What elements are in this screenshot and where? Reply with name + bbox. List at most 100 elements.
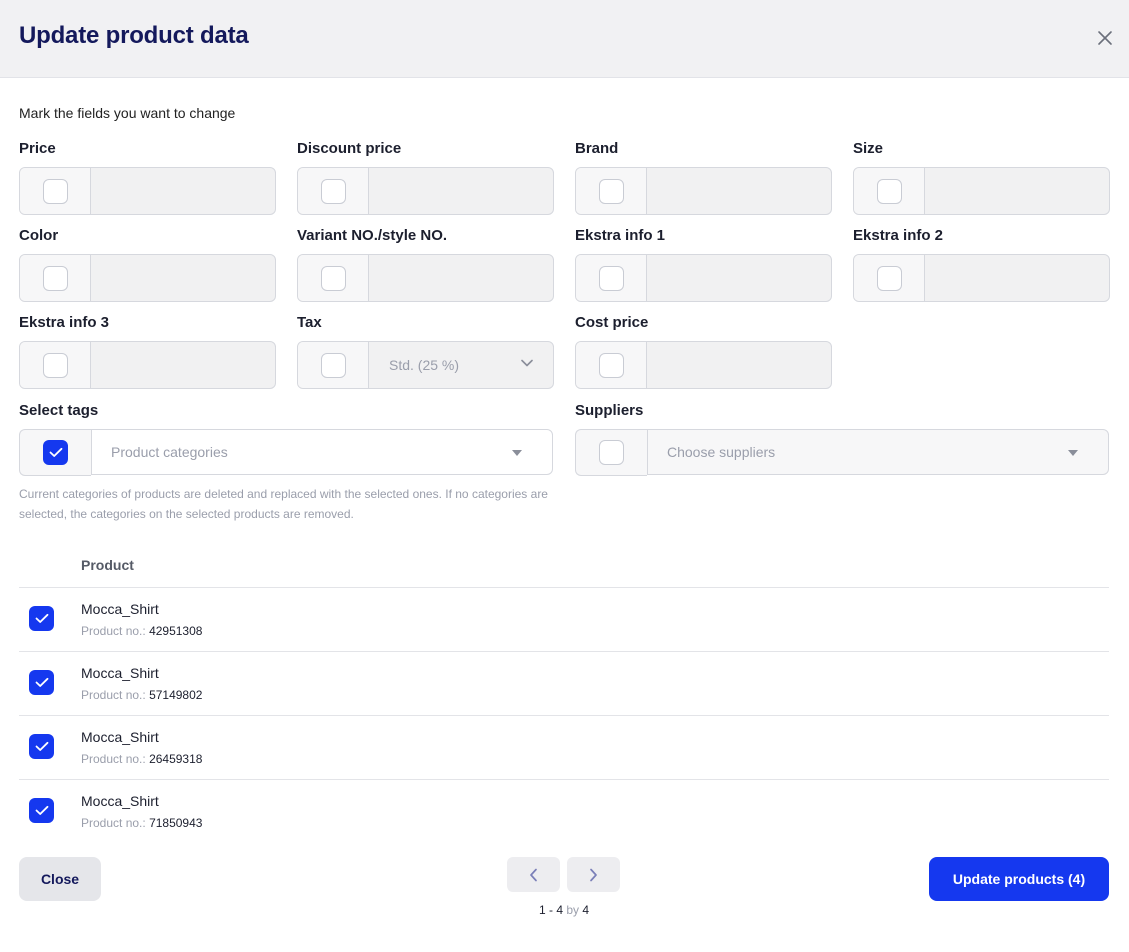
row-checkbox[interactable] [29,606,54,631]
price-input [91,168,275,214]
tax-field: Std. (25 %) [297,341,554,389]
size-checkbox[interactable] [876,178,902,204]
caret-down-icon [1068,450,1078,456]
color-field [19,254,276,302]
caret-down-icon [512,450,522,456]
variant-checkbox[interactable] [320,265,346,291]
discount-price-input [369,168,553,214]
price-field [19,167,276,215]
row-checkbox[interactable] [29,670,54,695]
suppliers-label: Suppliers [575,402,644,419]
product-name: Mocca_Shirt [81,665,159,681]
table-row: Mocca_Shirt Product no.: 57149802 [19,651,1109,715]
ekstra-info-3-checkbox[interactable] [42,352,68,378]
ekstra-info-3-field [19,341,276,389]
tags-field: Product categories [19,429,553,476]
checkmark-icon [35,805,48,815]
suppliers-checkbox[interactable] [599,440,624,465]
chevron-left-icon [530,868,537,881]
product-no-label: Product no.: [81,752,146,766]
ekstra-info-2-checkbox[interactable] [876,265,902,291]
ekstra-info-2-input [925,255,1109,301]
modal-header: Update product data [0,0,1129,78]
product-number: Product no.: 71850943 [81,816,202,830]
brand-field [575,167,832,215]
price-label: Price [19,140,56,157]
ekstra-info-1-checkbox[interactable] [598,265,624,291]
tags-checkbox[interactable] [43,440,68,465]
product-name: Mocca_Shirt [81,793,159,809]
chevron-down-icon [521,359,533,367]
close-button[interactable]: Close [19,857,101,901]
checkmark-icon [35,741,48,751]
discount-price-label: Discount price [297,140,402,157]
tax-checkbox[interactable] [320,352,346,378]
product-column-header: Product [81,557,134,573]
product-no-value: 57149802 [149,688,203,702]
cost-price-field [575,341,832,389]
variant-label: Variant NO./style NO. [297,227,448,244]
checkmark-icon [49,447,62,457]
brand-input [647,168,831,214]
chevron-right-icon [590,868,597,881]
brand-label: Brand [575,140,619,157]
product-no-label: Product no.: [81,624,146,638]
intro-text: Mark the fields you want to change [19,105,236,121]
tax-select: Std. (25 %) [369,342,553,388]
categories-placeholder: Product categories [111,444,228,460]
product-no-label: Product no.: [81,816,146,830]
pagination-range: 1 - 4 [539,903,564,917]
product-categories-select[interactable]: Product categories [91,429,553,475]
variant-input [369,255,553,301]
product-number: Product no.: 57149802 [81,688,202,702]
pagination-info: 1 - 4 by 4 [539,903,589,917]
ekstra-info-1-field [575,254,832,302]
close-icon[interactable] [1094,27,1116,49]
product-number: Product no.: 42951308 [81,624,202,638]
cost-price-label: Cost price [575,314,649,331]
product-no-label: Product no.: [81,688,146,702]
ekstra-info-1-label: Ekstra info 1 [575,227,666,244]
ekstra-info-2-field [853,254,1110,302]
tax-label: Tax [297,314,322,331]
next-page-button[interactable] [567,857,620,892]
color-label: Color [19,227,59,244]
suppliers-placeholder: Choose suppliers [667,444,776,460]
table-row: Mocca_Shirt Product no.: 42951308 [19,587,1109,651]
variant-field [297,254,554,302]
ekstra-info-2-label: Ekstra info 2 [853,227,944,244]
table-row: Mocca_Shirt Product no.: 71850943 [19,779,1109,843]
product-name: Mocca_Shirt [81,729,159,745]
color-checkbox[interactable] [42,265,68,291]
product-no-value: 26459318 [149,752,203,766]
checkmark-icon [35,613,48,623]
color-input [91,255,275,301]
suppliers-field: Choose suppliers [575,429,1109,476]
ekstra-info-3-input [91,342,275,388]
product-no-value: 71850943 [149,816,203,830]
row-checkbox[interactable] [29,734,54,759]
cost-price-input [647,342,831,388]
size-label: Size [853,140,884,157]
row-checkbox[interactable] [29,798,54,823]
pagination-total: 4 [582,903,590,917]
ekstra-info-1-input [647,255,831,301]
previous-page-button[interactable] [507,857,560,892]
size-input [925,168,1109,214]
price-checkbox[interactable] [42,178,68,204]
update-products-button[interactable]: Update products (4) [929,857,1109,901]
categories-help-text: Current categories of products are delet… [19,487,548,521]
suppliers-select: Choose suppliers [647,429,1109,475]
ekstra-info-3-label: Ekstra info 3 [19,314,110,331]
checkmark-icon [35,677,48,687]
cost-price-checkbox[interactable] [598,352,624,378]
modal-title: Update product data [19,22,249,49]
select-tags-label: Select tags [19,402,99,419]
brand-checkbox[interactable] [598,178,624,204]
discount-price-checkbox[interactable] [320,178,346,204]
product-number: Product no.: 26459318 [81,752,202,766]
tax-value: Std. (25 %) [389,357,460,373]
discount-price-field [297,167,554,215]
table-row: Mocca_Shirt Product no.: 26459318 [19,715,1109,779]
pagination-by: by [566,903,580,917]
